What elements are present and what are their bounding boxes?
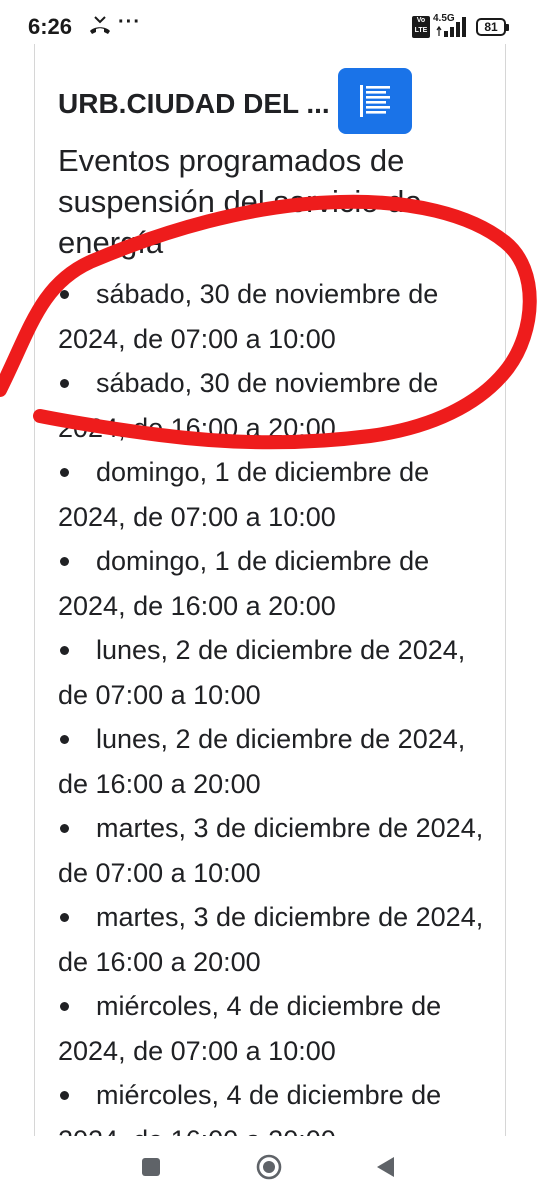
bullet-icon [60, 913, 69, 922]
event-text: martes, 3 de diciembre de 2024, de 16:00… [58, 902, 484, 977]
event-text: lunes, 2 de diciembre de 2024, de 16:00 … [58, 724, 466, 799]
list-view-button[interactable] [338, 68, 412, 134]
status-time: 6:26 [28, 14, 73, 39]
event-text: lunes, 2 de diciembre de 2024, de 07:00 … [58, 635, 466, 710]
event-item: lunes, 2 de diciembre de 2024, de 07:00 … [58, 628, 488, 717]
navigation-bar [0, 1136, 540, 1200]
bullet-icon [60, 468, 69, 477]
content-card: URB.CIUDAD DEL ... Eventos programados d… [34, 44, 506, 1136]
section-title: Eventos programados de suspensión del se… [58, 143, 422, 260]
event-text: miércoles, 4 de diciembre de 2024, de 07… [58, 991, 442, 1066]
event-list: sábado, 30 de noviembre de 2024, de 07:0… [58, 272, 488, 1136]
volte-icon: Vo LTE [412, 16, 430, 38]
event-item: martes, 3 de diciembre de 2024, de 07:00… [58, 806, 488, 895]
battery-icon: 81 [476, 18, 509, 36]
back-icon[interactable] [374, 1155, 396, 1179]
signal-icon [436, 17, 466, 37]
event-text: sábado, 30 de noviembre de 2024, de 16:0… [58, 368, 439, 443]
bullet-icon [60, 557, 69, 566]
event-text: miércoles, 4 de diciembre de 2024, de 16… [58, 1080, 442, 1136]
event-item: martes, 3 de diciembre de 2024, de 16:00… [58, 895, 488, 984]
bullet-icon [60, 646, 69, 655]
event-item: domingo, 1 de diciembre de 2024, de 16:0… [58, 539, 488, 628]
list-icon [360, 85, 390, 117]
event-item: sábado, 30 de noviembre de 2024, de 07:0… [58, 272, 488, 361]
bullet-icon [60, 1091, 69, 1100]
status-more-icon: ··· [118, 11, 141, 33]
event-text: domingo, 1 de diciembre de 2024, de 16:0… [58, 546, 430, 621]
recents-icon[interactable] [142, 1158, 160, 1176]
bullet-icon [60, 379, 69, 388]
event-item: miércoles, 4 de diciembre de 2024, de 16… [58, 1073, 488, 1136]
event-text: martes, 3 de diciembre de 2024, de 07:00… [58, 813, 484, 888]
event-item: domingo, 1 de diciembre de 2024, de 07:0… [58, 450, 488, 539]
bullet-icon [60, 290, 69, 299]
event-item: lunes, 2 de diciembre de 2024, de 16:00 … [58, 717, 488, 806]
page-title: URB.CIUDAD DEL ... [58, 88, 330, 119]
event-text: domingo, 1 de diciembre de 2024, de 07:0… [58, 457, 430, 532]
bullet-icon [60, 735, 69, 744]
missed-call-icon [90, 16, 110, 34]
bullet-icon [60, 824, 69, 833]
home-icon[interactable] [256, 1154, 282, 1180]
bullet-icon [60, 1002, 69, 1011]
event-item: sábado, 30 de noviembre de 2024, de 16:0… [58, 361, 488, 450]
event-item: miércoles, 4 de diciembre de 2024, de 07… [58, 984, 488, 1073]
event-text: sábado, 30 de noviembre de 2024, de 07:0… [58, 279, 439, 354]
